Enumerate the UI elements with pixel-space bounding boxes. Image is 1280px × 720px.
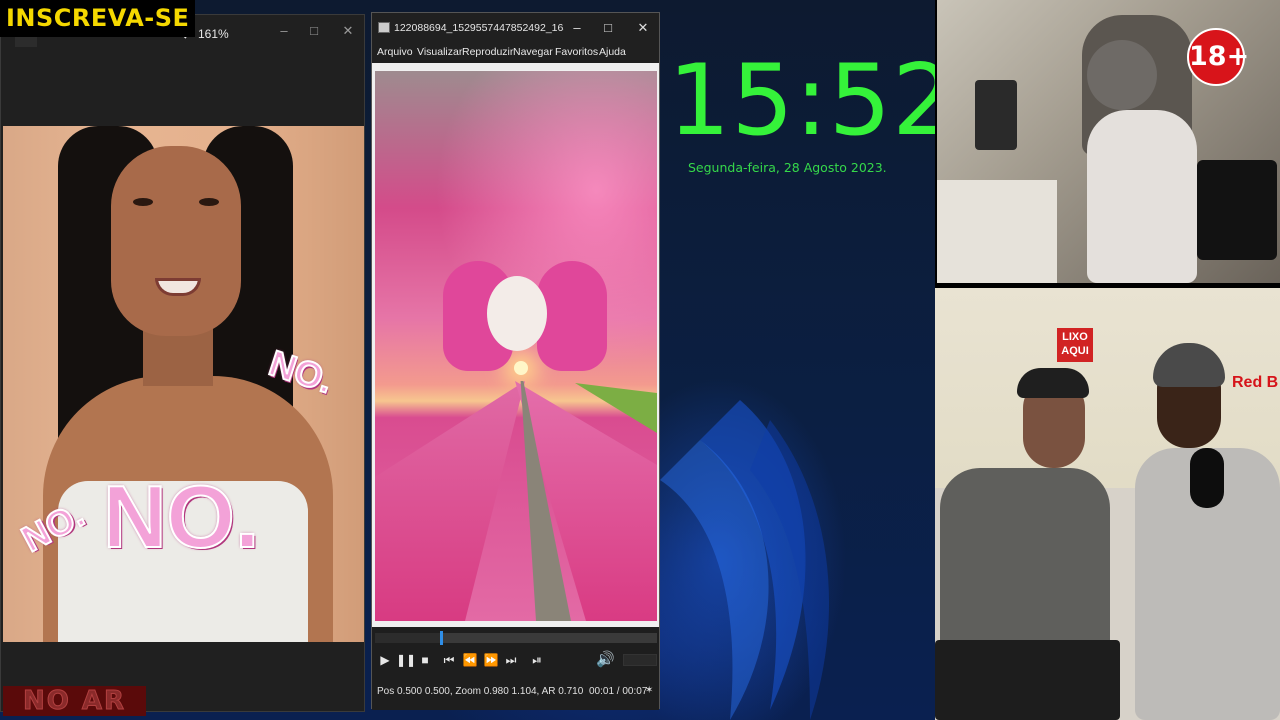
seek-fill	[375, 633, 440, 643]
menu-navegar[interactable]: Navegar	[513, 46, 553, 58]
age-rating-badge: 18+	[1187, 28, 1249, 86]
desktop-clock-date: Segunda-feira, 28 Agosto 2023.	[688, 160, 887, 175]
fast-forward-icon[interactable]: ⏩	[482, 651, 500, 669]
wallpaper-bloom-graphic	[660, 400, 830, 720]
sunset-sun	[514, 361, 528, 375]
on-air-indicator: NO AR	[3, 686, 146, 717]
photo-viewer-window[interactable]: 161% – □ ✕ NO. NO. NO.	[0, 14, 365, 712]
desk	[937, 180, 1057, 283]
video-frame[interactable]	[375, 71, 657, 621]
player-controls: ▶ ❚❚ ■ ⏮ ⏪ ⏩ ⏭ ⏯ 🔊 Pos 0.500 0.500, Zoom…	[372, 627, 659, 710]
status-tray-icon: ✶	[645, 685, 654, 696]
person-sitting	[1087, 110, 1197, 283]
menu-reproduzir[interactable]: Reproduzir	[462, 46, 513, 58]
minimize-icon[interactable]: –	[563, 18, 591, 38]
menu-visualizar[interactable]: Visualizar	[417, 46, 462, 58]
menu-arquivo[interactable]: Arquivo	[377, 46, 413, 58]
camera-bottom: LIXO AQUI Red B	[935, 288, 1280, 720]
speaker-icon[interactable]: 🔊	[596, 650, 616, 670]
seek-handle[interactable]	[439, 631, 443, 645]
status-info: Pos 0.500 0.500, Zoom 0.980 1.104, AR 0.…	[377, 686, 584, 697]
tulip-field-left	[375, 381, 525, 621]
frame-step-icon[interactable]: ⏯	[528, 651, 546, 669]
subscribe-banner: INSCREVA-SE	[0, 0, 196, 37]
no-sticker-big: NO.	[102, 466, 260, 567]
zoom-level: 161%	[198, 27, 229, 41]
beanie-head	[1087, 40, 1157, 110]
maximize-icon[interactable]: □	[594, 18, 622, 38]
studio-monitor	[935, 640, 1120, 720]
rewind-icon[interactable]: ⏪	[461, 651, 479, 669]
player-menubar: Arquivo Visualizar Reproduzir Navegar Fa…	[372, 43, 659, 63]
clapperboard-icon	[378, 22, 390, 33]
pause-icon[interactable]: ❚❚	[396, 651, 416, 669]
menu-ajuda[interactable]: Ajuda	[599, 46, 626, 58]
minimize-icon[interactable]: –	[269, 21, 299, 41]
close-icon[interactable]: ✕	[333, 21, 363, 41]
player-title: 122088694_1529557447852492_1652909...	[394, 22, 564, 34]
black-bag	[1197, 160, 1277, 260]
white-rose-bouquet	[487, 276, 547, 351]
microphone	[1190, 448, 1224, 508]
media-player-window[interactable]: 122088694_1529557447852492_1652909... – …	[371, 12, 660, 710]
skip-forward-icon[interactable]: ⏭	[502, 651, 520, 669]
face	[111, 146, 241, 336]
playback-time: 00:01 / 00:07	[589, 686, 648, 697]
menu-favoritos[interactable]: Favoritos	[555, 46, 598, 58]
viewer-image: NO. NO. NO.	[3, 126, 364, 642]
close-icon[interactable]: ✕	[629, 18, 657, 38]
maximize-icon[interactable]: □	[299, 21, 329, 41]
stop-icon[interactable]: ■	[416, 651, 434, 669]
red-bull-logo-text: Red B	[1232, 374, 1279, 391]
lixo-sign: LIXO AQUI	[1057, 328, 1093, 362]
play-icon[interactable]: ▶	[376, 651, 394, 669]
host-left-cap	[1017, 368, 1089, 398]
eye-left	[133, 198, 153, 206]
skip-back-icon[interactable]: ⏮	[440, 651, 458, 669]
pink-bear-right	[537, 261, 607, 371]
host-right-beanie	[1153, 343, 1225, 387]
desktop-clock-time: 15:52	[668, 44, 956, 158]
eye-right	[199, 198, 219, 206]
monitor	[975, 80, 1017, 150]
seek-bar[interactable]	[375, 631, 657, 645]
volume-slider[interactable]	[623, 654, 657, 666]
camera-feeds: LIXO AQUI Red B	[935, 0, 1280, 720]
player-titlebar[interactable]: 122088694_1529557447852492_1652909... – …	[372, 13, 659, 43]
